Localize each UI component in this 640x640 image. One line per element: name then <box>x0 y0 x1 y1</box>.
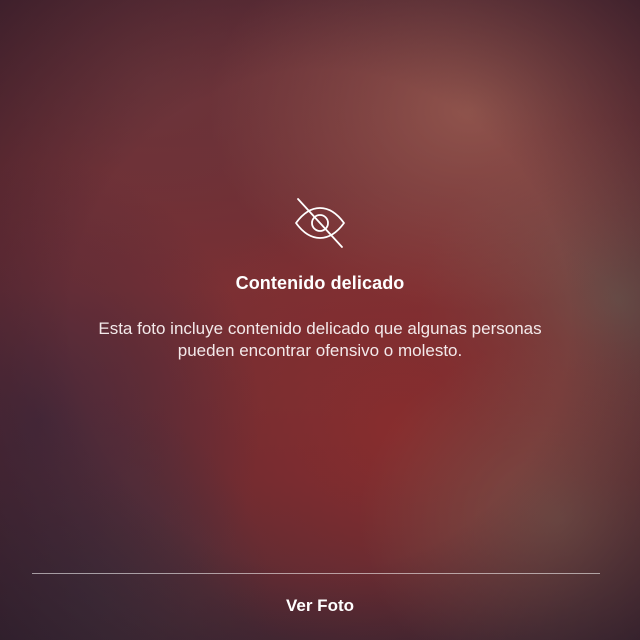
divider <box>32 573 600 574</box>
eye-slash-icon <box>292 196 348 250</box>
warning-description: Esta foto incluye contenido delicado que… <box>50 318 590 362</box>
view-photo-button[interactable]: Ver Foto <box>0 596 640 632</box>
warning-description-line-2: pueden encontrar ofensivo o molesto. <box>177 341 463 360</box>
warning-description-line-1: Esta foto incluye contenido delicado que… <box>98 319 542 338</box>
sensitive-content-warning: Contenido delicado Esta foto incluye con… <box>0 196 640 362</box>
warning-title: Contenido delicado <box>235 273 405 293</box>
